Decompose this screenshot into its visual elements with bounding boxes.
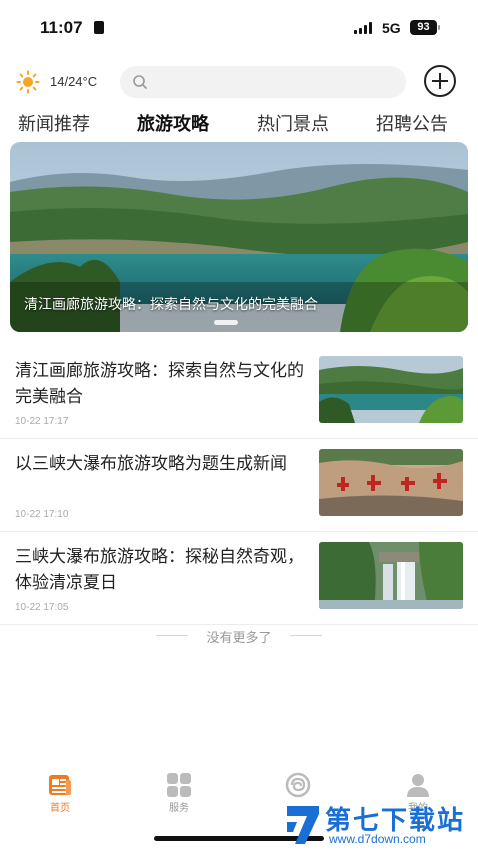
banner-caption: 清江画廊旅游攻略：探索自然与文化的完美融合 <box>24 296 318 312</box>
battery-icon: 93 <box>410 20 437 35</box>
grid-icon <box>167 773 191 797</box>
list-end-indicator: 没有更多了 <box>0 626 478 646</box>
news-item[interactable]: 清江画廊旅游攻略：探索自然与文化的完美融合 10-22 17:17 <box>0 346 478 439</box>
plus-circle-icon[interactable] <box>424 65 456 97</box>
search-bar[interactable] <box>120 66 406 98</box>
banner-carousel[interactable]: 清江画廊旅游攻略：探索自然与文化的完美融合 <box>10 142 468 332</box>
sun-icon <box>16 70 40 94</box>
header: 14/24°C <box>0 62 478 102</box>
watermark-url: www.d7down.com <box>329 832 426 846</box>
news-thumbnail <box>319 542 463 609</box>
news-title: 三峡大瀑布旅游攻略：探秘自然奇观，体验清凉夏日 <box>15 547 304 592</box>
news-title: 以三峡大瀑布旅游攻略为题生成新闻 <box>15 454 287 473</box>
network-type: 5G <box>382 20 401 36</box>
nav-services[interactable]: 服务 <box>149 768 209 818</box>
nav-home[interactable]: 首页 <box>30 768 90 818</box>
watermark: 第七下载站 www.d7down.com <box>283 800 478 850</box>
signal-icon <box>354 22 372 34</box>
user-icon <box>407 774 429 797</box>
lock-icon <box>94 21 104 34</box>
tab-travel-guide[interactable]: 旅游攻略 <box>137 110 209 136</box>
news-time: 10-22 17:05 <box>15 602 69 613</box>
tab-hot-attractions[interactable]: 热门景点 <box>257 110 329 136</box>
category-tabs: 新闻推荐 旅游攻略 热门景点 招聘公告 <box>0 110 478 138</box>
news-item[interactable]: 以三峡大瀑布旅游攻略为题生成新闻 10-22 17:10 <box>0 439 478 532</box>
weather-text: 14/24°C <box>50 74 98 89</box>
status-bar: 11:07 5G 93 <box>0 0 478 56</box>
tab-recruitment[interactable]: 招聘公告 <box>376 110 448 136</box>
tab-news-recommend[interactable]: 新闻推荐 <box>18 110 90 136</box>
swirl-icon <box>285 772 311 798</box>
news-icon <box>49 775 71 795</box>
search-input[interactable] <box>154 66 394 98</box>
battery-tip <box>438 25 440 30</box>
nav-label: 首页 <box>50 803 70 814</box>
list-end-text: 没有更多了 <box>206 630 272 645</box>
carousel-indicator <box>214 320 238 325</box>
news-time: 10-22 17:10 <box>15 509 69 520</box>
status-time: 11:07 <box>40 18 83 37</box>
divider <box>290 635 322 636</box>
search-icon <box>133 75 147 89</box>
watermark-logo <box>287 806 319 844</box>
news-title: 清江画廊旅游攻略：探索自然与文化的完美融合 <box>15 361 304 406</box>
nav-label: 服务 <box>169 803 189 814</box>
news-thumbnail <box>319 449 463 516</box>
news-time: 10-22 17:17 <box>15 416 69 427</box>
news-thumbnail <box>319 356 463 423</box>
news-item[interactable]: 三峡大瀑布旅游攻略：探秘自然奇观，体验清凉夏日 10-22 17:05 <box>0 532 478 625</box>
